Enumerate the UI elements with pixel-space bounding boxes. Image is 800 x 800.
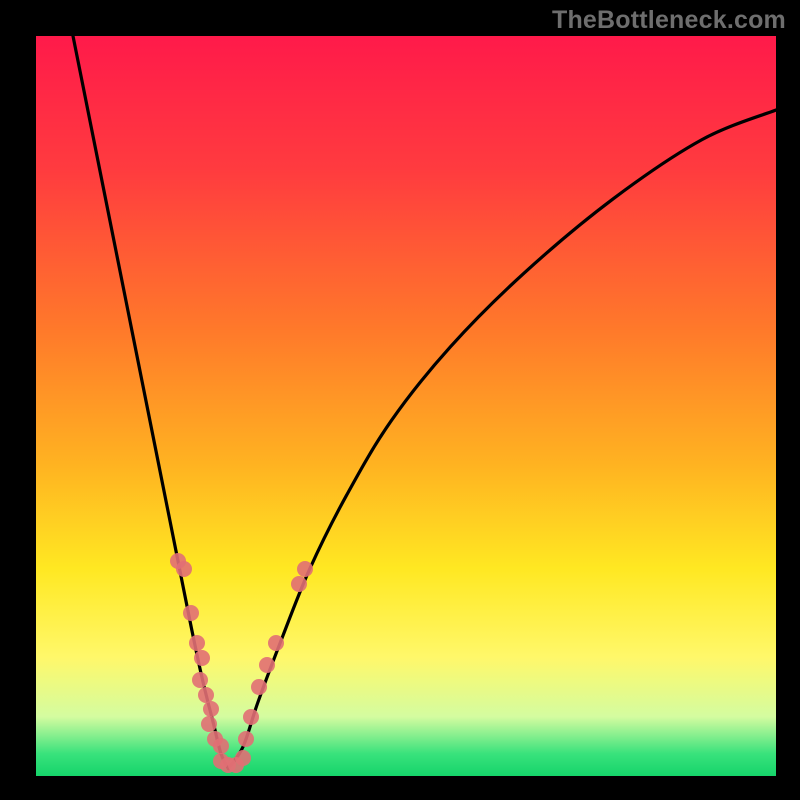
data-point-marker bbox=[203, 701, 219, 717]
right-branch-curve bbox=[228, 110, 776, 769]
data-point-marker bbox=[198, 687, 214, 703]
data-point-marker bbox=[192, 672, 208, 688]
data-point-marker bbox=[259, 657, 275, 673]
data-point-marker bbox=[243, 709, 259, 725]
data-point-marker bbox=[235, 750, 251, 766]
data-point-marker bbox=[291, 576, 307, 592]
curve-layer bbox=[36, 36, 776, 776]
data-point-marker bbox=[194, 650, 210, 666]
chart-frame: TheBottleneck.com bbox=[0, 0, 800, 800]
plot-area bbox=[36, 36, 776, 776]
data-point-marker bbox=[189, 635, 205, 651]
watermark-text: TheBottleneck.com bbox=[552, 6, 786, 35]
data-point-marker bbox=[268, 635, 284, 651]
